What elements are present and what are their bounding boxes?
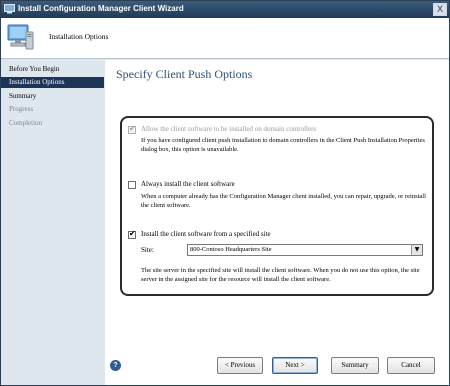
sidebar-item-before-you-begin[interactable]: Before You Begin [1, 64, 104, 75]
previous-button[interactable]: < Previous [217, 357, 263, 374]
computer-icon [7, 24, 34, 50]
header-step-title: Installation Options [49, 32, 109, 41]
always-install-checkbox[interactable] [128, 181, 136, 189]
title-bar: Install Configuration Manager Client Wiz… [1, 1, 449, 18]
site-dropdown[interactable]: 800-Contoso Headquarters Site ▼ [187, 244, 423, 256]
options-group: Allow the client software to be installe… [120, 116, 434, 296]
sidebar-item-summary[interactable]: Summary [1, 91, 104, 102]
site-dropdown-value: 800-Contoso Headquarters Site [190, 246, 272, 253]
help-icon[interactable]: ? [110, 360, 121, 371]
specified-site-checkbox[interactable] [128, 229, 136, 239]
specified-site-label[interactable]: Install the client software from a speci… [141, 230, 271, 238]
window-title: Install Configuration Manager Client Wiz… [18, 4, 184, 13]
domain-controllers-label: Allow the client software to be installe… [141, 125, 317, 133]
close-button[interactable]: X [433, 3, 447, 16]
monitor-icon [4, 4, 15, 14]
always-install-description: When a computer already has the Configur… [141, 193, 426, 209]
next-button[interactable]: Next > [272, 357, 318, 374]
site-label: Site: [141, 246, 154, 254]
wizard-window: Install Configuration Manager Client Wiz… [0, 0, 450, 386]
sidebar-item-completion: Completion [9, 119, 43, 127]
specified-site-description: The site server in the specified site wi… [141, 267, 420, 283]
sidebar-item-progress: Progress [9, 105, 34, 113]
summary-button[interactable]: Summary [331, 357, 379, 374]
always-install-label[interactable]: Always install the client software [141, 180, 235, 188]
page-title: Specify Client Push Options [116, 67, 253, 81]
chevron-down-icon[interactable]: ▼ [411, 245, 422, 255]
cancel-button[interactable]: Cancel [387, 357, 435, 374]
wizard-steps-sidebar: Before You Begin Installation Options Su… [1, 60, 104, 385]
sidebar-item-installation-options[interactable]: Installation Options [1, 77, 104, 88]
wizard-content: Specify Client Push Options Allow the cl… [105, 60, 449, 385]
domain-controllers-description: If you have configured client push insta… [141, 137, 425, 153]
wizard-header: Installation Options [1, 18, 449, 59]
domain-controllers-checkbox [128, 124, 136, 134]
